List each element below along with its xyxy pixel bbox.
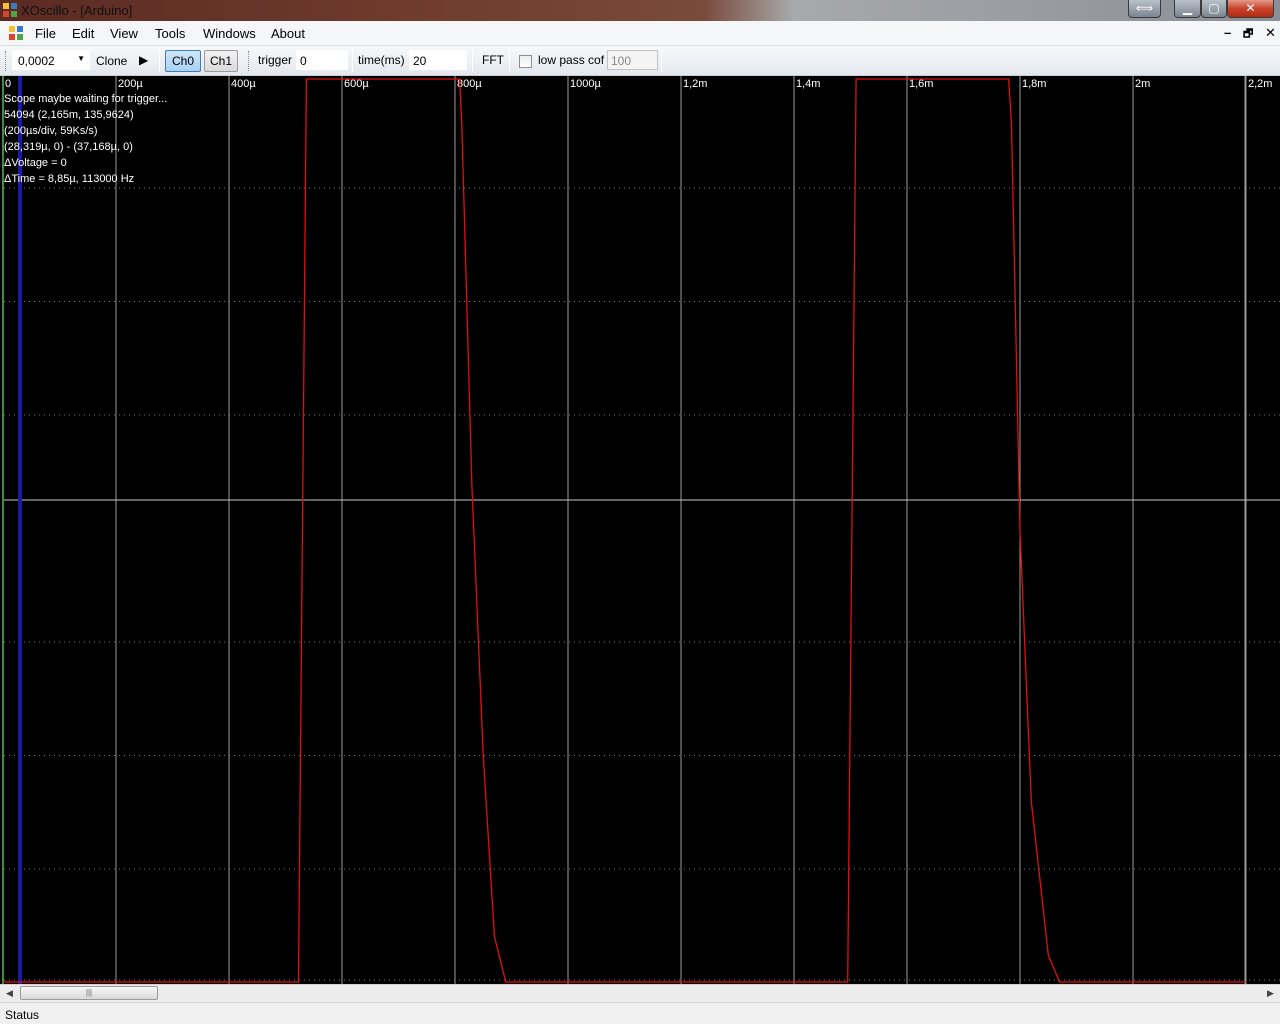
timebase-readout: (200µs/div, 59Ks/s): [4, 125, 98, 137]
time-scale-value: 0,0002: [18, 54, 55, 68]
minimize-button[interactable]: ▁: [1174, 0, 1201, 18]
menu-windows[interactable]: Windows: [203, 26, 256, 41]
fft-button[interactable]: FFT: [482, 53, 504, 67]
time-tick-label: 800µ: [457, 78, 482, 90]
child-window-icon[interactable]: [9, 26, 23, 40]
menu-edit[interactable]: Edit: [72, 26, 94, 41]
cursor-readout: 54094 (2,165m, 135,9624): [4, 109, 134, 121]
scope-display[interactable]: 0 200µ 400µ 600µ 800µ 1000µ 1,2m 1,4m 1,6m 1,8m 2m…: [0, 76, 1280, 984]
time-tick-label: 1,4m: [796, 78, 820, 90]
app-icon: [3, 3, 17, 17]
mdi-restore-icon[interactable]: 🗗: [1243, 25, 1253, 44]
ch1-button[interactable]: Ch1: [204, 50, 238, 72]
status-text: Status: [5, 1008, 40, 1022]
time-tick-label: 1000µ: [570, 78, 601, 90]
mdi-minimize-icon[interactable]: –: [1224, 25, 1231, 40]
maximize-button[interactable]: ▢: [1201, 0, 1227, 18]
swap-icon[interactable]: ⟺: [1128, 0, 1161, 18]
low-pass-checkbox[interactable]: [519, 55, 532, 68]
scroll-left-icon[interactable]: ◀: [1, 987, 18, 1000]
title-bar[interactable]: XOscillo - [Arduino] ⟺ ▁ ▢ ✕: [0, 0, 1280, 21]
toolbar-grip[interactable]: [248, 51, 251, 71]
close-button[interactable]: ✕: [1227, 0, 1274, 18]
scroll-thumb[interactable]: |||: [20, 986, 158, 1000]
time-ms-label: time(ms): [358, 53, 405, 67]
cursor-range-readout: (28,319µ, 0) - (37,168µ, 0): [4, 141, 133, 153]
time-tick-label: 2m: [1135, 78, 1150, 90]
time-tick-label: 0: [5, 78, 11, 90]
low-pass-label[interactable]: low pass cof: [538, 53, 604, 67]
time-ms-input[interactable]: 20: [409, 50, 467, 70]
scope-status-text: Scope maybe waiting for trigger...: [4, 93, 168, 105]
toolbar-separator: [352, 50, 353, 72]
horizontal-scrollbar[interactable]: ◀ ||| ▶: [0, 984, 1280, 1001]
delta-time-readout: ΔTime = 8,85µ, 113000 Hz: [4, 173, 135, 185]
menu-file[interactable]: File: [35, 26, 56, 41]
chevron-down-icon: ▼: [77, 54, 85, 63]
play-icon[interactable]: ▶: [139, 53, 148, 67]
menu-view[interactable]: View: [110, 26, 138, 41]
window-title: XOscillo - [Arduino]: [21, 3, 133, 18]
toolbar-grip[interactable]: [5, 51, 8, 71]
time-tick-label: 1,2m: [683, 78, 707, 90]
toolbar-separator: [472, 50, 473, 72]
toolbar-separator: [159, 50, 160, 72]
time-tick-label: 1,8m: [1022, 78, 1046, 90]
time-tick-label: 200µ: [118, 78, 143, 90]
menu-about[interactable]: About: [271, 26, 305, 41]
status-bar: Status: [0, 1002, 1280, 1024]
time-tick-label: 600µ: [344, 78, 369, 90]
toolbar: 0,0002 ▼ Clone ▶ Ch0 Ch1 trigger 0 time(…: [0, 46, 1280, 76]
time-tick-label: 2,2m: [1248, 78, 1272, 90]
time-tick-label: 400µ: [231, 78, 256, 90]
ch0-button[interactable]: Ch0: [165, 50, 201, 72]
low-pass-input[interactable]: 100: [607, 50, 658, 70]
toolbar-separator: [509, 50, 510, 72]
clone-button[interactable]: Clone: [96, 54, 127, 68]
mdi-close-icon[interactable]: ✕: [1265, 25, 1276, 41]
toolbar-separator: [661, 50, 662, 72]
ch0-trace: [3, 78, 1246, 983]
trigger-input[interactable]: 0: [296, 50, 348, 70]
menu-tools[interactable]: Tools: [155, 26, 185, 41]
scroll-right-icon[interactable]: ▶: [1262, 987, 1279, 1000]
delta-voltage-readout: ΔVoltage = 0: [4, 157, 67, 169]
time-tick-label: 1,6m: [909, 78, 933, 90]
menu-bar: File Edit View Tools Windows About – 🗗 ✕: [0, 21, 1280, 46]
time-scale-select[interactable]: 0,0002 ▼: [12, 50, 90, 70]
trigger-label: trigger: [258, 53, 293, 67]
scope-plot[interactable]: 0 200µ 400µ 600µ 800µ 1000µ 1,2m 1,4m 1,6m 1,8m 2m…: [0, 76, 1280, 984]
